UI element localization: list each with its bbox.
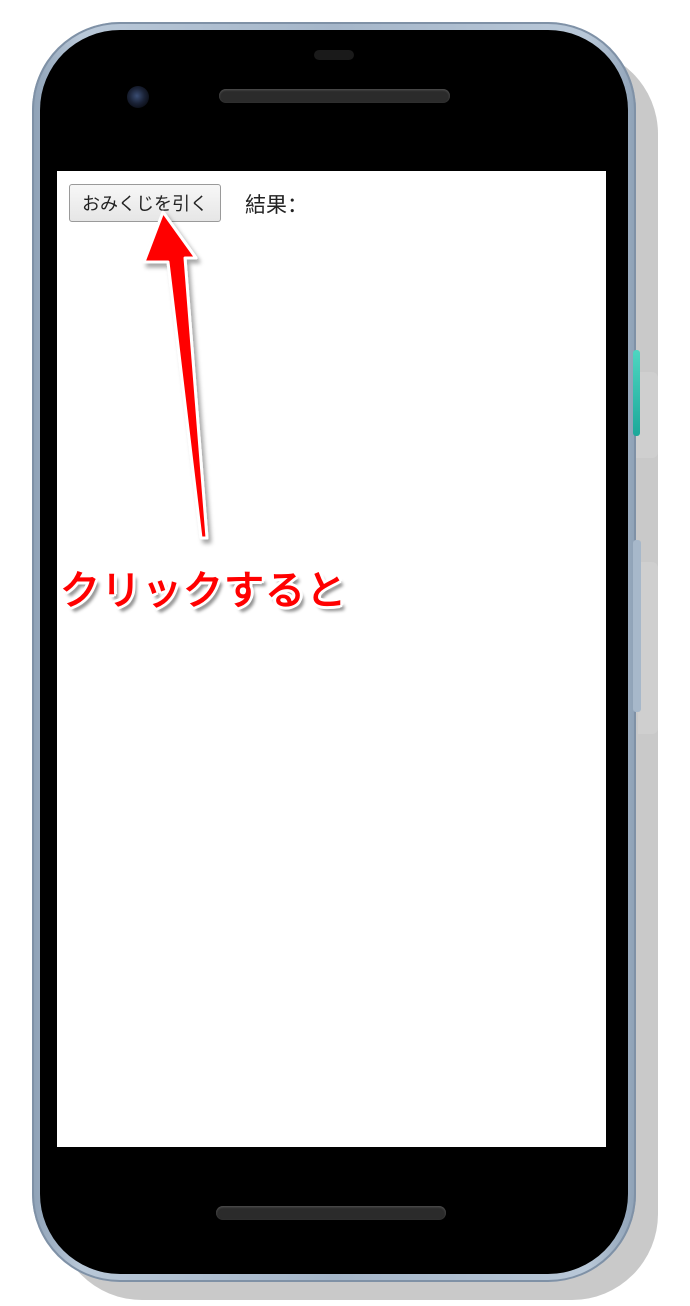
power-button[interactable] xyxy=(633,350,640,436)
result-label: 結果： xyxy=(245,193,308,217)
stage: おみくじを引く 結果： クリックすると xyxy=(0,0,690,1306)
draw-omikuji-button[interactable]: おみくじを引く xyxy=(69,184,221,222)
proximity-sensor xyxy=(314,50,354,60)
front-camera-icon xyxy=(127,86,149,108)
volume-button[interactable] xyxy=(633,540,641,712)
annotation-text: クリックすると xyxy=(60,568,347,614)
bottom-speaker-grille xyxy=(216,1206,446,1220)
top-speaker-grille xyxy=(219,89,450,103)
volume-button-shadow xyxy=(638,562,658,734)
phone-screen: おみくじを引く 結果： xyxy=(57,171,606,1147)
